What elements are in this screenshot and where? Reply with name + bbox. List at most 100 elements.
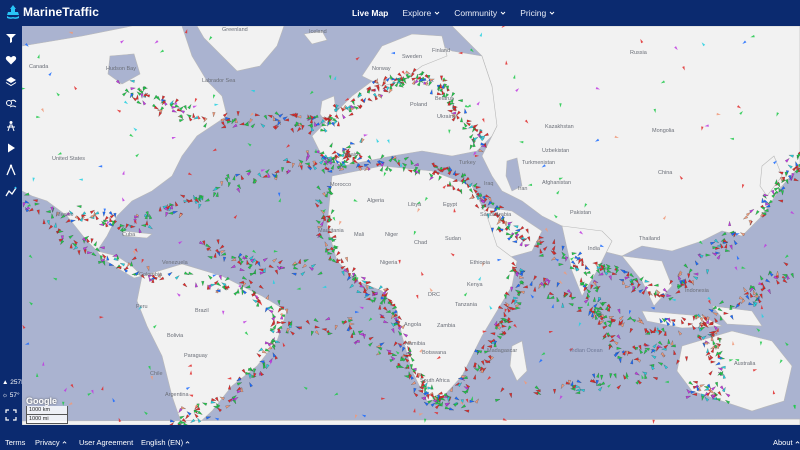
vessel-marker[interactable] [593,303,598,308]
vessel-marker[interactable] [565,381,571,386]
vessel-marker[interactable] [561,251,566,257]
vessel-marker[interactable] [281,167,285,173]
vessel-marker[interactable] [70,383,74,389]
vessel-marker[interactable] [172,210,178,215]
footer-about[interactable]: About [773,438,800,447]
vessel-marker[interactable] [539,248,543,254]
vessel-marker[interactable] [53,222,57,228]
vessel-marker[interactable] [305,319,311,325]
vessel-marker[interactable] [365,285,369,291]
vessel-marker[interactable] [701,395,705,401]
vessel-marker[interactable] [174,201,179,207]
layers-button[interactable] [3,74,19,90]
vessel-marker[interactable] [638,348,643,354]
vessel-marker[interactable] [291,272,297,276]
vessel-marker[interactable] [551,245,556,251]
vessel-marker[interactable] [378,304,382,310]
vessel-marker[interactable] [487,200,492,206]
vessel-marker[interactable] [571,296,577,300]
vessel-marker[interactable] [767,289,772,295]
vessel-marker[interactable] [232,123,238,129]
vessel-marker[interactable] [694,260,699,266]
vessel-marker[interactable] [609,338,615,343]
vessel-marker[interactable] [598,272,604,277]
vessel-marker[interactable] [625,285,631,289]
vessel-marker[interactable] [628,310,632,315]
vessel-marker[interactable] [589,306,594,312]
vessel-marker[interactable] [232,175,236,181]
vessel-marker[interactable] [293,266,299,270]
vessel-marker[interactable] [775,270,779,276]
vessel-marker[interactable] [32,199,38,203]
vessel-marker[interactable] [461,390,467,395]
vessel-marker[interactable] [410,381,417,385]
vessel-marker[interactable] [540,352,546,356]
vessel-marker[interactable] [473,374,476,380]
vessel-marker[interactable] [68,234,74,239]
vessel-marker[interactable] [630,358,634,365]
vessel-marker[interactable] [212,148,217,152]
vessel-marker[interactable] [475,186,482,189]
vessel-marker[interactable] [587,310,592,317]
vessel-marker[interactable] [575,384,581,388]
vessel-marker[interactable] [220,125,227,129]
vessel-marker[interactable] [563,271,568,276]
vessel-marker[interactable] [509,392,512,399]
vessel-marker[interactable] [356,290,362,294]
vessel-marker[interactable] [705,253,711,257]
vessel-marker[interactable] [317,271,323,276]
vessel-marker[interactable] [643,349,648,355]
vessel-marker[interactable] [262,257,268,262]
vessel-marker[interactable] [465,398,470,404]
vessel-marker[interactable] [179,194,186,199]
vessel-marker[interactable] [548,291,555,296]
vessel-marker[interactable] [317,225,323,229]
vessel-marker[interactable] [463,409,470,413]
vessel-marker[interactable] [265,294,270,300]
vessel-marker[interactable] [496,335,502,340]
vessel-marker[interactable] [559,395,563,400]
vessel-marker[interactable] [403,375,410,379]
vessel-marker[interactable] [230,258,237,262]
vessel-marker[interactable] [760,304,764,310]
vessel-marker[interactable] [561,302,565,308]
vessel-marker[interactable] [368,336,374,341]
vessel-marker[interactable] [561,245,565,251]
vessel-marker[interactable] [214,417,220,421]
vessel-marker[interactable] [724,243,728,249]
vessel-marker[interactable] [87,392,92,396]
vessel-marker[interactable] [99,316,104,319]
footer-user-agreement[interactable]: User Agreement [79,438,133,447]
vessel-marker[interactable] [310,330,314,337]
vessel-marker[interactable] [327,169,333,173]
vessel-marker[interactable] [263,114,268,120]
vessel-marker[interactable] [314,199,321,203]
vessel-marker[interactable] [130,225,136,229]
vessel-marker[interactable] [63,387,68,392]
vessel-marker[interactable] [664,380,669,384]
vessel-marker[interactable] [22,324,26,329]
vessel-marker[interactable] [499,205,505,209]
vessel-marker[interactable] [736,255,740,260]
vessel-marker[interactable] [473,367,480,372]
vessel-marker[interactable] [784,341,789,346]
vessel-marker[interactable] [145,220,149,226]
analytics-button[interactable] [3,184,19,200]
vessel-marker[interactable] [265,364,270,370]
footer-language[interactable]: English (EN) [141,438,190,447]
vessel-marker[interactable] [91,252,97,257]
vessel-marker[interactable] [197,203,202,209]
world-map[interactable]: Greenland Iceland Canada Hudson Bay Labr… [22,26,800,425]
nav-explore[interactable]: Explore [402,8,440,18]
vessel-marker[interactable] [740,299,746,305]
vessel-marker[interactable] [223,256,227,263]
vessel-marker[interactable] [515,283,521,289]
vessel-marker[interactable] [636,283,641,289]
vessel-marker[interactable] [784,254,789,260]
vessel-marker[interactable] [24,200,30,204]
vessel-marker[interactable] [708,308,714,313]
vessel-marker[interactable] [618,358,622,364]
vessel-marker[interactable] [301,263,307,269]
footer-privacy[interactable]: Privacy [35,438,67,447]
vessel-marker[interactable] [624,276,630,280]
